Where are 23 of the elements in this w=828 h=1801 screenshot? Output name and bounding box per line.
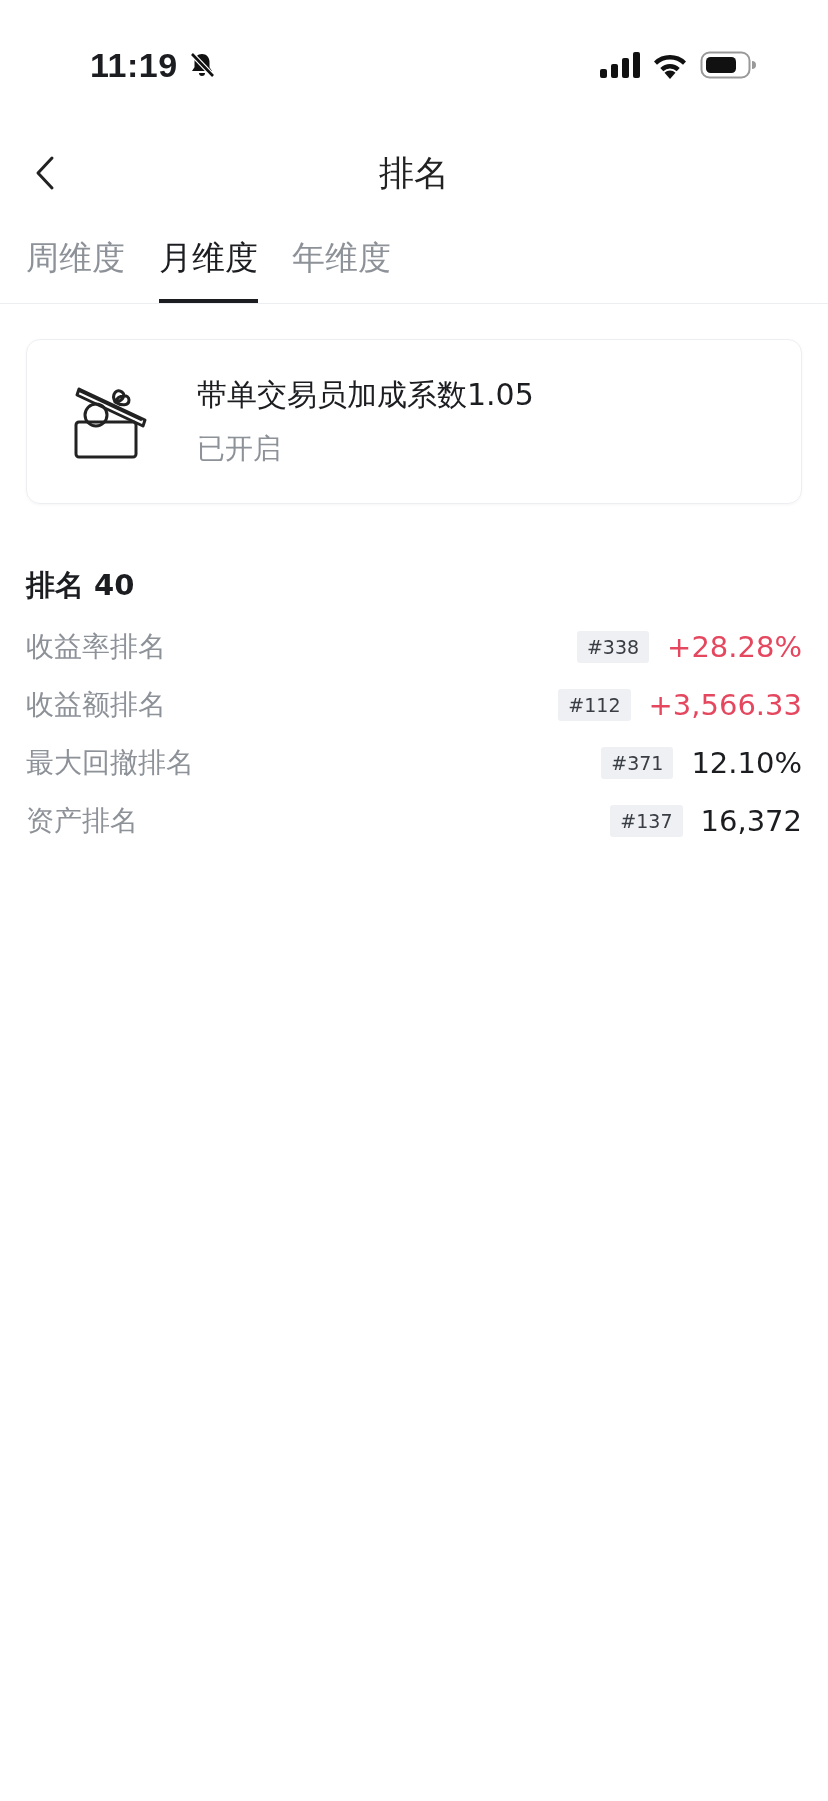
back-icon[interactable] xyxy=(34,155,56,191)
bonus-status: 已开启 xyxy=(197,431,282,467)
rank-tag: #112 xyxy=(558,689,631,721)
tab[interactable]: 年维度 xyxy=(292,218,391,303)
rank-tag: #137 xyxy=(610,805,683,837)
signal-icon xyxy=(600,52,640,78)
tab[interactable]: 周维度 xyxy=(26,218,125,303)
ranking-label: 收益额排名 xyxy=(26,687,167,723)
ranking-value: +3,566.33 xyxy=(648,688,802,722)
battery-icon xyxy=(700,51,756,79)
page-title: 排名 xyxy=(379,151,449,195)
ranking-label: 收益率排名 xyxy=(26,629,167,665)
rank-tag: #338 xyxy=(576,631,650,663)
ranking-value: 12.10% xyxy=(691,746,802,780)
tab[interactable]: 月维度 xyxy=(159,218,258,303)
rank-tag: #371 xyxy=(601,747,674,779)
ranking-value: +28.28% xyxy=(667,630,802,664)
status-time: 11:19 xyxy=(90,45,178,85)
ranking-value: 16,372 xyxy=(700,804,802,838)
ranking-label: 资产排名 xyxy=(26,803,139,839)
ranking-label: 最大回撤排名 xyxy=(26,745,195,781)
ranking-heading: 排名 40 xyxy=(26,567,136,604)
bonus-title: 带单交易员加成系数1.05 xyxy=(197,376,534,414)
